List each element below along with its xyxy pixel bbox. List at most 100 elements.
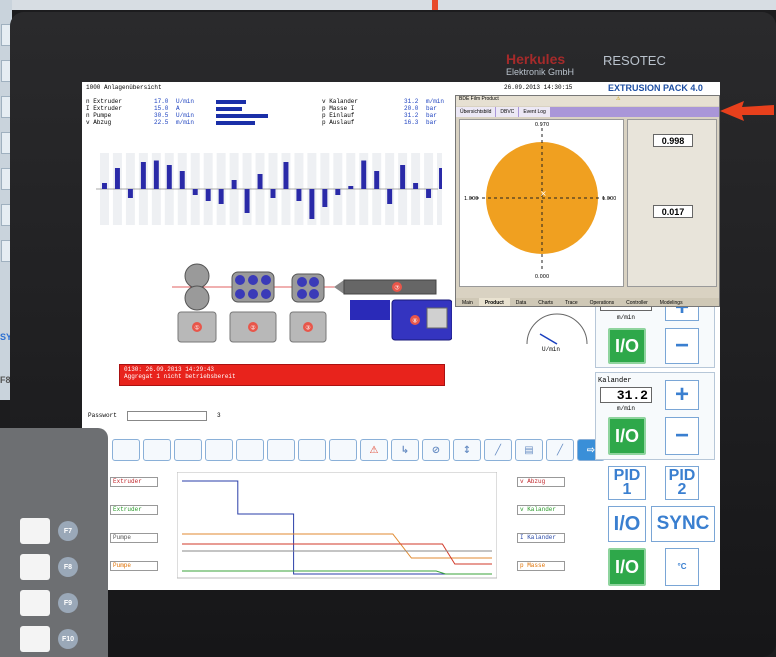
toolbar-icon: ╱ <box>556 444 564 456</box>
profile-bar <box>400 165 406 189</box>
value-bar <box>216 100 247 104</box>
kalander-minus-button[interactable]: − <box>665 417 699 455</box>
toolbar-button[interactable] <box>174 439 202 461</box>
overlay-side-panel: 0.998 0.017 <box>627 119 717 287</box>
roller <box>297 289 307 299</box>
alarm-banner[interactable]: 0130: 26.09.2013 14:29:43 Aggregat 1 nic… <box>119 364 445 386</box>
password-input[interactable] <box>127 411 207 421</box>
value-number: 20.0 <box>404 105 419 112</box>
toolbar-button[interactable] <box>236 439 264 461</box>
trend-legend-right[interactable]: v Kalander <box>517 505 565 515</box>
overlay-bottom-tabs: Main Product Data Charts Trace Operations Cont… <box>456 298 719 306</box>
profile-bar <box>153 160 159 189</box>
toolbar-button[interactable] <box>143 439 171 461</box>
trend-legend-right[interactable]: p Masse <box>517 561 565 571</box>
trend-legend-left[interactable]: Extruder <box>110 477 158 487</box>
trend-legend-left[interactable]: Pumpe <box>110 561 158 571</box>
value-unit: bar <box>426 105 437 112</box>
toolbar-icon: ▤ <box>524 444 534 456</box>
overlay-tab[interactable]: Übersichtsbild <box>456 107 496 117</box>
function-key[interactable] <box>20 590 50 616</box>
toolbar-button[interactable]: ▤ <box>515 439 543 461</box>
toolbar-icon: ⇨ <box>586 444 596 456</box>
overlay-bottom-tab[interactable]: Data <box>510 298 533 306</box>
sync-button[interactable]: SYNC <box>651 506 715 542</box>
value-unit: A <box>176 105 180 112</box>
overlay-bottom-tab[interactable]: Operations <box>584 298 620 306</box>
profile-bar <box>114 168 120 189</box>
trend-legend-left[interactable]: Extruder <box>110 505 158 515</box>
function-key[interactable] <box>20 518 50 544</box>
toolbar-button[interactable] <box>298 439 326 461</box>
overlay-titlebar: BDE Film Product ⚠ <box>456 96 719 106</box>
toolbar-button[interactable] <box>112 439 140 461</box>
trend-legend-right[interactable]: v Abzug <box>517 477 565 487</box>
alarm-line-2: Aggregat 1 nicht betriebsbereit <box>124 373 236 380</box>
function-key[interactable] <box>20 554 50 580</box>
values-right: v Kalander 31.2 m/min p Masse I 20.0 bar p Ein… <box>322 98 444 126</box>
warning-icon: ⚠ <box>616 96 621 102</box>
plot-top-label: 0.970 <box>535 122 549 128</box>
value-number: 31.2 <box>404 98 419 105</box>
value-row: v Abzug 22.5 m/min <box>86 119 266 126</box>
toolbar-icon: ⚠ <box>369 444 379 456</box>
heating-io-button[interactable]: I/O <box>608 548 646 586</box>
function-key[interactable] <box>20 626 50 652</box>
toolbar-button[interactable] <box>267 439 295 461</box>
profile-bar <box>283 162 289 189</box>
pid2-button[interactable]: PID 2 <box>665 466 699 500</box>
function-toolbar: ⚠ ↳ ⊘ ↕ ╱ ▤ ╱ ⇨ <box>112 439 605 461</box>
profile-bar <box>140 162 146 189</box>
trend-legend-right[interactable]: I Kalander <box>517 533 565 543</box>
values-left: n Extruder 17.0 U/min I Extruder 15.0 An Pump… <box>86 98 269 126</box>
brand-resotec: RESOTEC <box>603 53 666 68</box>
plot-right-label: 1.000 <box>602 196 616 202</box>
overlay-bottom-tab[interactable]: Controller <box>620 298 654 306</box>
overlay-bottom-tab[interactable]: Charts <box>532 298 559 306</box>
toolbar-button[interactable]: ⊘ <box>422 439 450 461</box>
toolbar-button[interactable]: ╱ <box>484 439 512 461</box>
puller-frame <box>291 273 325 303</box>
overlay-tab[interactable]: DBVC <box>496 107 519 117</box>
value-name: v Abzug <box>86 119 112 126</box>
value-bar <box>216 114 269 118</box>
io-button[interactable]: I/O <box>608 506 646 542</box>
pid1-button[interactable]: PID 1 <box>608 466 646 500</box>
kalander-plus-button[interactable]: + <box>665 380 699 410</box>
roller <box>297 277 307 287</box>
abzug-minus-button[interactable]: − <box>665 328 699 364</box>
overlay-window[interactable]: BDE Film Product ⚠ Übersichtsbild DBVC Even… <box>455 95 720 307</box>
roller <box>309 289 319 299</box>
toolbar-button[interactable]: ↕ <box>453 439 481 461</box>
abzug-io-button[interactable]: I/O <box>608 328 646 364</box>
toolbar-button[interactable]: ⚠ <box>360 439 388 461</box>
access-level: 3 <box>217 412 221 419</box>
overlay-title: BDE Film Product <box>459 96 499 102</box>
value-number: 15.0 <box>154 105 169 112</box>
value-number: 30.5 <box>154 112 169 119</box>
roller <box>248 275 258 285</box>
trend-legend-left[interactable]: Pumpe <box>110 533 158 543</box>
kalander-io-button[interactable]: I/O <box>608 417 646 455</box>
overlay-bottom-tab[interactable]: Trace <box>559 298 584 306</box>
brand-herkules: Herkules <box>506 51 566 67</box>
value-name: p Einlauf <box>322 112 355 119</box>
unit-label-8: ⑧ <box>412 318 417 325</box>
toolbar-button[interactable] <box>205 439 233 461</box>
round-profile-plot: 0.970 1.000 1.000 0.000 × <box>464 122 616 280</box>
alarm-line-1: 0130: 26.09.2013 14:29:43 <box>124 366 215 373</box>
temperature-button[interactable]: °C <box>665 548 699 586</box>
overlay-bottom-tab[interactable]: Main <box>456 298 479 306</box>
value-row: n Extruder 17.0 U/min <box>86 98 266 105</box>
profile-bar <box>426 189 432 198</box>
overlay-bottom-tab[interactable]: Modelings <box>654 298 689 306</box>
overlay-tab[interactable]: Event Log <box>519 107 550 117</box>
toolbar-button[interactable]: ↳ <box>391 439 419 461</box>
overlay-bottom-tab[interactable]: Product <box>478 298 510 306</box>
overlay-tabs: Übersichtsbild DBVC Event Log <box>456 107 719 117</box>
toolbar-button[interactable]: ╱ <box>546 439 574 461</box>
value-name: n Pumpe <box>86 112 112 119</box>
value-unit: U/min <box>176 112 195 119</box>
function-key-label: F10 <box>58 629 78 649</box>
toolbar-button[interactable] <box>329 439 357 461</box>
